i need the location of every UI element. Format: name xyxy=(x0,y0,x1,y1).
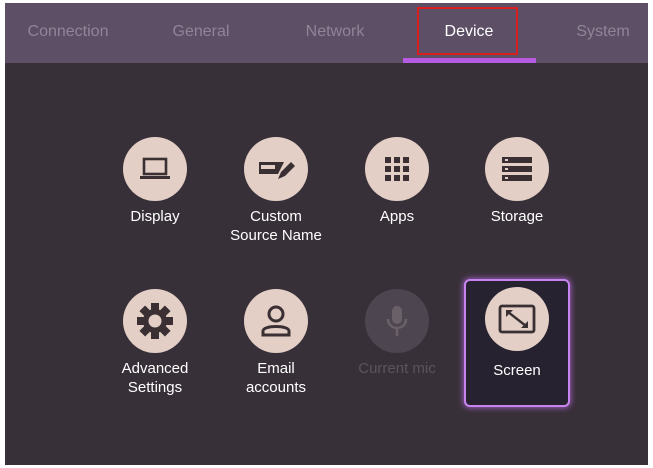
tab-network[interactable]: Network xyxy=(275,3,395,63)
tab-general[interactable]: General xyxy=(141,3,261,63)
tile-custom-source-name[interactable]: Custom Source Name xyxy=(223,127,329,253)
microphone-icon xyxy=(365,289,429,353)
label-edit-icon xyxy=(244,137,308,201)
laptop-icon xyxy=(123,137,187,201)
tab-bar: Connection General Network Device System xyxy=(5,3,648,63)
tile-label: Advanced Settings xyxy=(121,360,189,396)
tile-label: Apps xyxy=(379,208,415,225)
screen-resize-icon xyxy=(485,287,549,351)
gear-icon xyxy=(123,289,187,353)
tile-apps[interactable]: Apps xyxy=(344,127,450,253)
tile-label: Email accounts xyxy=(245,360,307,396)
tile-label: Storage xyxy=(490,208,544,225)
tab-highlight-box xyxy=(417,7,518,55)
active-tab-indicator xyxy=(403,58,536,63)
tile-label: Custom Source Name xyxy=(230,208,322,244)
tile-storage[interactable]: Storage xyxy=(464,127,570,253)
settings-window: Connection General Network Device System… xyxy=(5,3,648,465)
tile-screen[interactable]: Screen xyxy=(464,279,570,407)
tile-label: Display xyxy=(130,208,180,225)
person-icon xyxy=(244,289,308,353)
tile-label: Screen xyxy=(493,362,541,379)
tab-system[interactable]: System xyxy=(543,3,648,63)
tile-email-accounts[interactable]: Email accounts xyxy=(223,279,329,405)
tile-current-mic[interactable]: Current mic xyxy=(344,279,450,405)
tab-connection[interactable]: Connection xyxy=(8,3,128,63)
apps-grid-icon xyxy=(365,137,429,201)
storage-icon xyxy=(485,137,549,201)
tile-label: Current mic xyxy=(358,360,436,377)
tile-advanced-settings[interactable]: Advanced Settings xyxy=(102,279,208,405)
tile-display[interactable]: Display xyxy=(102,127,208,253)
